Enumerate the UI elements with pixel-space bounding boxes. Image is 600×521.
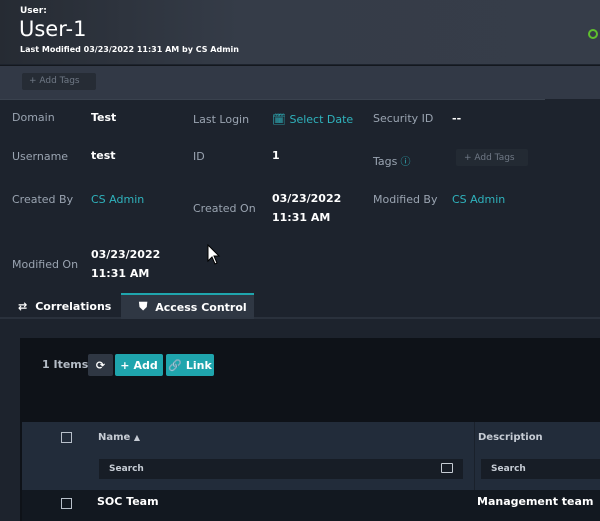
- created-on-label: Created On: [193, 202, 256, 215]
- tab-correlations[interactable]: ⇄ Correlations: [0, 293, 120, 319]
- tags-bar: + Add Tags: [0, 65, 600, 99]
- modified-on-date: 03/23/2022: [91, 248, 161, 261]
- calendar-icon: 🗓: [272, 113, 286, 126]
- plus-icon: +: [120, 358, 130, 372]
- created-on-date: 03/23/2022: [272, 192, 342, 205]
- created-by-label: Created By: [12, 193, 74, 206]
- add-tags-button[interactable]: + Add Tags: [22, 73, 96, 90]
- tab-access-control[interactable]: ⛊ Access Control: [121, 293, 254, 319]
- username-label: Username: [12, 150, 69, 163]
- record-type-label: User:: [20, 6, 47, 16]
- page-title: User-1: [19, 17, 87, 41]
- record-header: User: User-1 Last Modified 03/23/2022 11…: [0, 0, 600, 64]
- tab-bar: ⇄ Correlations ⛊ Access Control: [0, 293, 600, 319]
- domain-label: Domain: [12, 111, 55, 124]
- refresh-icon: ⟳: [95, 358, 106, 372]
- item-count: 1 Items: [42, 358, 89, 371]
- domain-value: Test: [91, 111, 117, 124]
- arrows-exchange-icon: ⇄: [18, 299, 28, 313]
- info-icon[interactable]: ⓘ: [397, 157, 411, 168]
- modified-by-label: Modified By: [373, 193, 438, 206]
- column-divider: [474, 422, 475, 490]
- modified-on-label: Modified On: [12, 258, 79, 271]
- select-date-link[interactable]: 🗓 Select Date: [272, 113, 353, 126]
- row-description: Management team: [477, 495, 594, 508]
- add-button[interactable]: + Add: [115, 354, 163, 376]
- table-row[interactable]: SOC Team Management team: [22, 490, 600, 521]
- id-value: 1: [272, 149, 280, 162]
- sort-ascending-icon: ▲: [133, 433, 140, 442]
- column-header-name[interactable]: Name ▲: [98, 432, 140, 443]
- last-login-label: Last Login: [193, 113, 250, 126]
- name-search-input[interactable]: Search: [99, 459, 463, 479]
- description-search-input[interactable]: Search: [481, 459, 600, 479]
- status-icon[interactable]: [588, 29, 598, 39]
- modified-on-time: 11:31 AM: [91, 267, 150, 280]
- created-by-link[interactable]: CS Admin: [91, 193, 144, 206]
- add-tags-field[interactable]: + Add Tags: [456, 149, 528, 166]
- last-modified: Last Modified 03/23/2022 11:31 AM by CS …: [20, 45, 239, 54]
- tags-label: Tags ⓘ: [373, 155, 411, 168]
- id-label: ID: [193, 150, 205, 163]
- mouse-cursor-icon: [207, 244, 221, 265]
- filter-card-icon[interactable]: [441, 463, 453, 473]
- security-id-value: --: [452, 112, 462, 125]
- row-checkbox[interactable]: [61, 498, 72, 509]
- modified-by-link[interactable]: CS Admin: [452, 193, 505, 206]
- created-on-time: 11:31 AM: [272, 211, 331, 224]
- shield-icon: ⛊: [139, 300, 148, 313]
- refresh-button[interactable]: ⟳: [88, 354, 113, 376]
- divider: [0, 99, 545, 100]
- select-all-checkbox[interactable]: [61, 432, 72, 443]
- link-button[interactable]: 🔗 Link: [166, 354, 214, 376]
- security-id-label: Security ID: [373, 112, 434, 125]
- row-name[interactable]: SOC Team: [97, 495, 159, 508]
- link-icon: 🔗: [168, 358, 182, 372]
- column-header-description[interactable]: Description: [478, 432, 543, 443]
- username-value: test: [91, 149, 116, 162]
- table-header: Name ▲ Description Search Search: [22, 422, 600, 490]
